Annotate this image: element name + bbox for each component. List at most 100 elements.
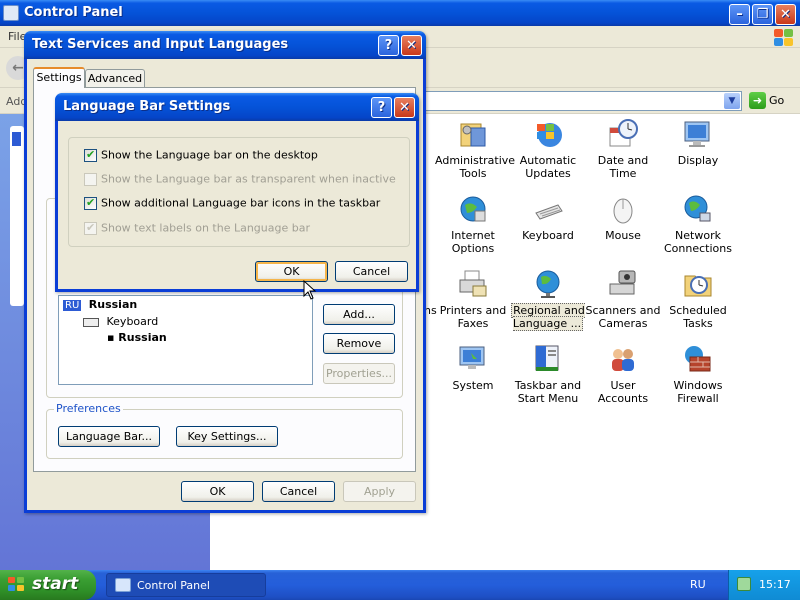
- taskbar-button-label: Control Panel: [137, 579, 210, 592]
- cancel-button[interactable]: Cancel: [262, 481, 335, 502]
- option-label: Show the Language bar as transparent whe…: [101, 172, 396, 186]
- globe-icon: [532, 268, 564, 300]
- cp-item-label: Keyboard: [522, 229, 574, 242]
- cp-item-keyboard[interactable]: Keyboard: [510, 193, 586, 242]
- properties-button[interactable]: Properties...: [323, 363, 395, 384]
- option-label: Show additional Language bar icons in th…: [101, 196, 381, 210]
- help-button[interactable]: ?: [371, 97, 392, 118]
- cp-item-scanners-cameras[interactable]: Scanners and Cameras: [585, 268, 661, 330]
- option-additional-taskbar-icons[interactable]: Show additional Language bar icons in th…: [84, 196, 380, 210]
- checkbox-checked-icon[interactable]: [84, 196, 97, 210]
- help-button[interactable]: ?: [378, 35, 399, 56]
- apply-button[interactable]: Apply: [343, 481, 416, 502]
- language-bar-button[interactable]: Language Bar...: [58, 426, 160, 447]
- layout-name: Russian: [118, 331, 167, 344]
- firewall-icon: [682, 343, 714, 375]
- language-code-badge: RU: [63, 300, 82, 311]
- taskbar-button-control-panel[interactable]: Control Panel: [106, 573, 266, 597]
- cp-item-printers-faxes[interactable]: Printers and Faxes: [435, 268, 511, 330]
- administrative-tools-icon: [457, 118, 489, 150]
- cp-item-network-connections[interactable]: Network Connections: [660, 193, 736, 255]
- mouse-cursor-icon: [303, 280, 317, 300]
- mouse-icon: [607, 193, 639, 225]
- checkbox-checked-icon[interactable]: [84, 221, 97, 235]
- cp-item-mouse[interactable]: Mouse: [585, 193, 661, 242]
- cp-item-display[interactable]: Display: [660, 118, 736, 167]
- preferences-legend: Preferences: [54, 402, 123, 415]
- cp-item-label: Date and Time: [597, 154, 649, 180]
- control-panel-icon: [3, 5, 19, 21]
- network-connections-icon: [682, 193, 714, 225]
- option-transparent-inactive[interactable]: Show the Language bar as transparent whe…: [84, 172, 396, 186]
- key-settings-button[interactable]: Key Settings...: [176, 426, 278, 447]
- tab-settings[interactable]: Settings: [33, 67, 85, 88]
- language-bar-title: Language Bar Settings: [63, 99, 231, 114]
- address-dropdown-icon[interactable]: ▼: [724, 93, 740, 109]
- cp-item-internet-options[interactable]: Internet Options: [435, 193, 511, 255]
- internet-options-icon: [457, 193, 489, 225]
- tree-item-keyboard[interactable]: Keyboard: [83, 315, 158, 328]
- restore-button[interactable]: ❐: [752, 4, 773, 25]
- automatic-updates-icon: [532, 118, 564, 150]
- taskbar: start Control Panel RU 15:17: [0, 570, 800, 600]
- language-bar-settings-dialog: Language Bar Settings ? ✕ Show the Langu…: [55, 93, 419, 292]
- control-panel-icon: [115, 578, 131, 592]
- close-button[interactable]: ✕: [401, 35, 422, 56]
- option-show-on-desktop[interactable]: Show the Language bar on the desktop: [84, 148, 318, 162]
- language-bar-tray-icon[interactable]: [737, 577, 751, 591]
- system-icon: [457, 343, 489, 375]
- keyboard-icon: [532, 193, 564, 225]
- windows-flag-icon: [772, 27, 794, 47]
- task-pane-panel: [10, 126, 24, 306]
- cp-item-label: Automatic Updates: [519, 154, 577, 180]
- text-services-titlebar: Text Services and Input Languages ? ✕: [24, 31, 426, 59]
- add-button[interactable]: Add...: [323, 304, 395, 325]
- ok-button[interactable]: OK: [181, 481, 254, 502]
- minimize-button[interactable]: –: [729, 4, 750, 25]
- cp-item-date-time[interactable]: Date and Time: [585, 118, 661, 180]
- cp-item-label: Printers and Faxes: [439, 304, 507, 330]
- scanners-cameras-icon: [607, 268, 639, 300]
- cancel-button[interactable]: Cancel: [335, 261, 408, 282]
- text-services-title: Text Services and Input Languages: [32, 37, 289, 52]
- close-button[interactable]: ✕: [394, 97, 415, 118]
- cp-item-administrative-tools[interactable]: Administrative Tools: [435, 118, 515, 180]
- control-panel-title: Control Panel: [24, 5, 123, 20]
- cp-item-label: Scheduled Tasks: [669, 304, 727, 330]
- language-bar-titlebar: Language Bar Settings ? ✕: [55, 93, 419, 121]
- cp-item-label: Windows Firewall: [673, 379, 723, 405]
- clock[interactable]: 15:17: [759, 578, 791, 591]
- tree-item-russian[interactable]: RU Russian: [63, 298, 137, 311]
- start-button[interactable]: start: [0, 570, 96, 600]
- start-label: start: [32, 574, 79, 594]
- cp-item-user-accounts[interactable]: User Accounts: [585, 343, 661, 405]
- printers-faxes-icon: [457, 268, 489, 300]
- installed-services-list[interactable]: RU Russian Keyboard ▪ Russian: [58, 295, 313, 385]
- date-time-icon: [607, 118, 639, 150]
- go-button[interactable]: ➜ Go: [749, 92, 784, 109]
- cp-item-scheduled-tasks[interactable]: Scheduled Tasks: [660, 268, 736, 330]
- remove-button[interactable]: Remove: [323, 333, 395, 354]
- language-indicator[interactable]: RU: [690, 578, 706, 591]
- control-panel-titlebar: Control Panel – ❐ ✕: [0, 0, 800, 26]
- go-arrow-icon: ➜: [749, 92, 766, 109]
- language-name: Russian: [88, 298, 138, 311]
- taskbar-start-menu-icon: [532, 343, 564, 375]
- cp-item-windows-firewall[interactable]: Windows Firewall: [660, 343, 736, 405]
- option-show-text-labels[interactable]: Show text labels on the Language bar: [84, 221, 310, 235]
- cp-item-system[interactable]: System: [435, 343, 511, 392]
- cp-item-label: Taskbar and Start Menu: [514, 379, 582, 405]
- checkbox-unchecked-icon[interactable]: [84, 172, 97, 186]
- checkbox-checked-icon[interactable]: [84, 148, 97, 162]
- cp-item-label: Mouse: [605, 229, 641, 242]
- option-label: Show text labels on the Language bar: [101, 221, 310, 235]
- user-accounts-icon: [607, 343, 639, 375]
- cp-item-automatic-updates[interactable]: Automatic Updates: [510, 118, 586, 180]
- cp-item-taskbar-start-menu[interactable]: Taskbar and Start Menu: [510, 343, 586, 405]
- tree-item-russian-layout[interactable]: ▪ Russian: [107, 331, 167, 344]
- close-button[interactable]: ✕: [775, 4, 796, 25]
- tab-advanced[interactable]: Advanced: [85, 69, 145, 88]
- ok-button[interactable]: OK: [255, 261, 328, 282]
- go-label: Go: [769, 94, 785, 107]
- cp-item-regional-language[interactable]: Regional and Language ...: [510, 268, 586, 331]
